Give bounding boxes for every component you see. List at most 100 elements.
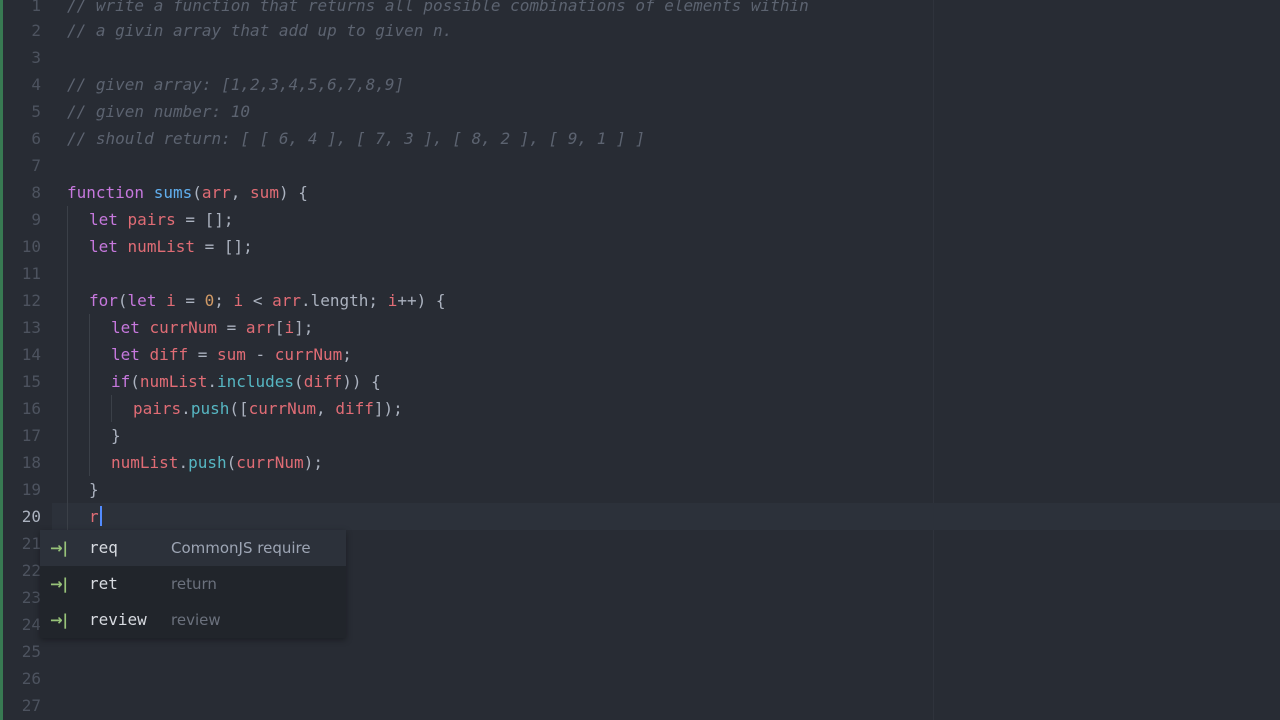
punctuation-token: [ <box>274 318 285 337</box>
line-number[interactable]: 15 <box>1 368 41 395</box>
line-number[interactable]: 10 <box>1 233 41 260</box>
code-line-comment: // given number: 10 <box>67 102 251 121</box>
method-token: push <box>190 399 230 418</box>
indent-guide <box>89 314 90 476</box>
line-number[interactable]: 19 <box>1 476 41 503</box>
code-line-for-loop: for(let i = 0; i < arr.length; i++) { <box>89 287 446 314</box>
code-line-numlist-push: numList.push(currNum); <box>111 449 323 476</box>
line-number[interactable]: 24 <box>1 611 41 638</box>
line-number[interactable]: 25 <box>1 638 41 665</box>
line-number[interactable]: 23 <box>1 584 41 611</box>
variable-token: diff <box>149 345 189 364</box>
line-number[interactable]: 26 <box>1 665 41 692</box>
punctuation-token: = <box>216 318 246 337</box>
variable-token: i <box>387 291 398 310</box>
autocomplete-word: req <box>89 538 118 557</box>
code-line-function-declaration: function sums(arr, sum) { <box>67 179 308 206</box>
keyword-token: for <box>89 291 118 310</box>
line-number[interactable]: 3 <box>1 44 41 71</box>
parameter-token: arr <box>201 183 231 202</box>
punctuation-token: ); <box>303 453 323 472</box>
keyword-token: let <box>89 237 118 256</box>
autocomplete-item-review[interactable]: →| review review <box>40 602 346 638</box>
variable-token: numList <box>111 453 179 472</box>
variable-token: i <box>166 291 176 310</box>
tab-key-icon: →| <box>49 575 69 593</box>
code-editor[interactable]: 1 2 3 4 5 6 7 8 9 10 11 12 13 14 15 16 1… <box>0 0 1280 720</box>
line-number[interactable]: 5 <box>1 98 41 125</box>
code-line-if: if(numList.includes(diff)) { <box>111 368 381 395</box>
code-line-comment: // should return: [ [ 6, 4 ], [ 7, 3 ], … <box>67 129 645 148</box>
punctuation-token: ; <box>214 291 234 310</box>
line-number[interactable]: 6 <box>1 125 41 152</box>
autocomplete-description: return <box>171 575 217 593</box>
punctuation-token: - <box>245 345 275 364</box>
line-number[interactable]: 9 <box>1 206 41 233</box>
code-line-pairs-push: pairs.push([currNum, diff]); <box>133 395 403 422</box>
variable-token: numList <box>139 372 208 391</box>
punctuation-token: )) { <box>342 372 381 391</box>
line-number[interactable]: 2 <box>1 17 41 44</box>
variable-token: i <box>284 318 295 337</box>
keyword-token: if <box>111 372 131 391</box>
code-line-let-diff: let diff = sum - currNum; <box>111 341 352 368</box>
punctuation-token: = []; <box>175 210 234 229</box>
keyword-token: let <box>111 318 140 337</box>
line-number[interactable]: 11 <box>1 260 41 287</box>
line-number-active[interactable]: 20 <box>1 503 41 530</box>
autocomplete-item-ret[interactable]: →| ret return <box>40 566 346 602</box>
line-number[interactable]: 22 <box>1 557 41 584</box>
wrap-guide <box>933 0 934 720</box>
number-token: 0 <box>204 291 215 310</box>
code-line-close-brace: } <box>111 426 121 445</box>
line-number[interactable]: 12 <box>1 287 41 314</box>
indent-guide <box>67 206 68 530</box>
punctuation-token: ( <box>117 291 128 310</box>
autocomplete-item-req[interactable]: →| req CommonJS require <box>40 530 346 566</box>
keyword-token: let <box>127 291 157 310</box>
indent-guide <box>111 395 112 422</box>
variable-token: arr <box>245 318 275 337</box>
variable-token: diff <box>303 372 343 391</box>
punctuation-token: ]; <box>294 318 314 337</box>
line-number[interactable]: 21 <box>1 530 41 557</box>
line-number[interactable]: 18 <box>1 449 41 476</box>
punctuation-token: = <box>175 291 205 310</box>
line-number[interactable]: 17 <box>1 422 41 449</box>
line-number[interactable]: 16 <box>1 395 41 422</box>
punctuation-token: = []; <box>194 237 253 256</box>
variable-token: pairs <box>133 399 182 418</box>
code-line-close-brace: } <box>89 480 99 499</box>
line-number[interactable]: 27 <box>1 692 41 719</box>
tab-key-icon: →| <box>49 539 69 557</box>
variable-token: currNum <box>149 318 217 337</box>
code-line-comment: // given array: [1,2,3,4,5,6,7,8,9] <box>67 75 405 94</box>
tab-key-icon: →| <box>49 611 69 629</box>
punctuation-token: ( <box>226 453 237 472</box>
line-number[interactable]: 8 <box>1 179 41 206</box>
punctuation-token: , <box>316 399 336 418</box>
method-token: includes <box>216 372 295 391</box>
autocomplete-popup[interactable]: →| req CommonJS require →| ret return →|… <box>40 530 346 638</box>
line-number[interactable]: 7 <box>1 152 41 179</box>
punctuation-token: ]); <box>373 399 403 418</box>
punctuation-token: ( <box>130 372 140 391</box>
punctuation-token: . <box>207 372 217 391</box>
keyword-token: function <box>67 183 145 202</box>
variable-token: currNum <box>236 453 304 472</box>
punctuation-token: .length; <box>301 291 388 310</box>
punctuation-token: ( <box>192 183 202 202</box>
autocomplete-word: review <box>89 610 147 629</box>
method-token: push <box>188 453 227 472</box>
code-line-current-input[interactable]: r <box>89 503 102 530</box>
punctuation-token: ; <box>342 345 352 364</box>
line-number[interactable]: 14 <box>1 341 41 368</box>
line-number[interactable]: 13 <box>1 314 41 341</box>
line-number[interactable]: 4 <box>1 71 41 98</box>
variable-token: sum <box>216 345 246 364</box>
punctuation-token: ([ <box>229 399 249 418</box>
autocomplete-description: CommonJS require <box>171 539 311 557</box>
punctuation-token: ) { <box>278 183 308 202</box>
punctuation-token: ( <box>294 372 304 391</box>
punctuation-token: = <box>188 345 217 364</box>
